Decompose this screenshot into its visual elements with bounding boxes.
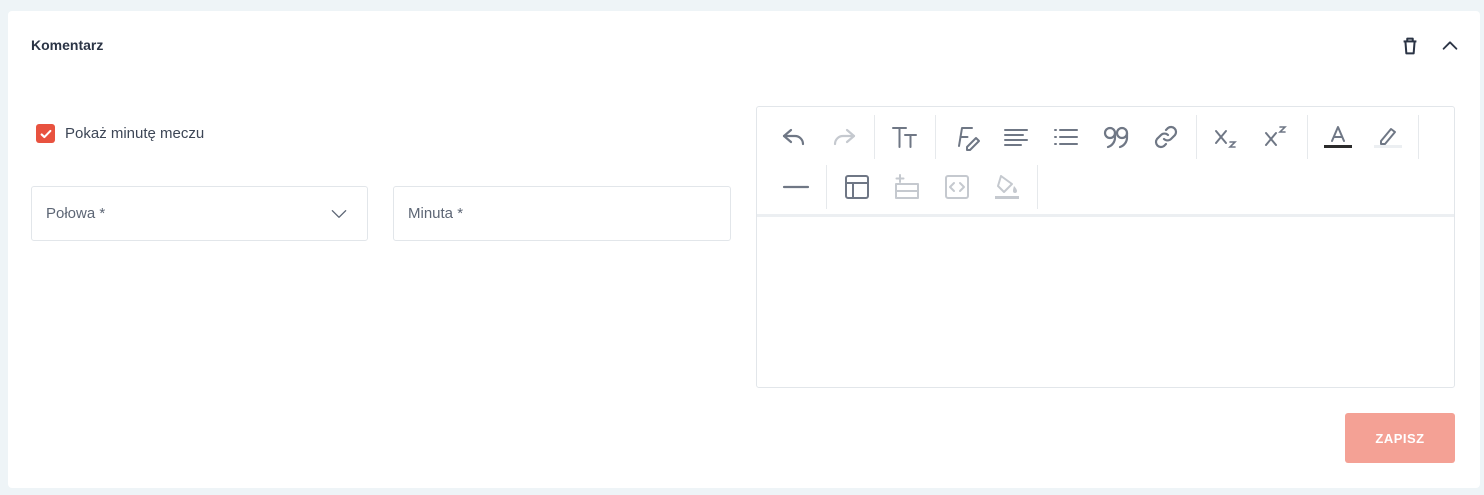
table-icon[interactable] [832, 167, 882, 207]
redo-icon[interactable] [819, 117, 869, 157]
toolbar-separator [1307, 115, 1308, 159]
superscript-icon[interactable] [1252, 117, 1302, 157]
card-title: Komentarz [31, 37, 104, 53]
toolbar-separator [1037, 165, 1038, 209]
minute-input[interactable]: Minuta * [393, 186, 731, 241]
comment-card: Komentarz Pokaż minutę meczu Połowa * Mi… [8, 11, 1480, 488]
undo-icon[interactable] [769, 117, 819, 157]
chevron-down-icon [331, 209, 347, 218]
font-color-icon[interactable] [1313, 117, 1363, 157]
list-icon[interactable] [1041, 117, 1091, 157]
toolbar-separator [935, 115, 936, 159]
half-select-placeholder: Połowa * [46, 205, 106, 222]
editor-toolbar [757, 107, 1454, 217]
show-minute-checkbox[interactable]: Pokaż minutę meczu [36, 124, 204, 143]
font-size-icon[interactable] [880, 117, 930, 157]
subscript-icon[interactable] [1202, 117, 1252, 157]
toolbar-separator [1196, 115, 1197, 159]
horizontal-rule-icon[interactable] [771, 167, 821, 207]
save-button[interactable]: ZAPISZ [1345, 413, 1455, 463]
rich-text-editor [756, 106, 1455, 388]
code-block-icon[interactable] [932, 167, 982, 207]
highlight-icon[interactable] [1363, 117, 1413, 157]
align-icon[interactable] [991, 117, 1041, 157]
editor-content-area[interactable] [757, 217, 1454, 387]
toolbar-separator [874, 115, 875, 159]
insert-row-icon[interactable] [882, 167, 932, 207]
minute-input-placeholder: Minuta * [408, 205, 464, 222]
toolbar-separator [1418, 115, 1419, 159]
half-select[interactable]: Połowa * [31, 186, 368, 241]
format-painter-icon[interactable] [982, 167, 1032, 207]
chevron-up-icon[interactable] [1439, 35, 1461, 57]
show-minute-label: Pokaż minutę meczu [65, 125, 205, 142]
toolbar-separator [826, 165, 827, 209]
link-icon[interactable] [1141, 117, 1191, 157]
checkbox-checked-icon[interactable] [36, 124, 55, 143]
trash-icon[interactable] [1399, 35, 1421, 57]
font-style-icon[interactable] [941, 117, 991, 157]
blockquote-icon[interactable] [1091, 117, 1141, 157]
